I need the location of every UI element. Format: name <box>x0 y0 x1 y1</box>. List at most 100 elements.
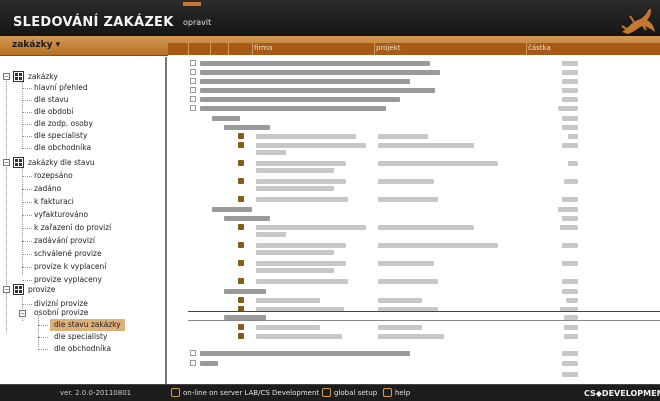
column-header-row: firma projekt částka <box>168 43 660 55</box>
table-row[interactable] <box>168 68 660 76</box>
help-link[interactable]: help <box>395 389 410 397</box>
blurred-amount <box>562 70 578 75</box>
blurred-amount <box>562 361 578 366</box>
blurred-text <box>256 261 346 266</box>
table-row[interactable] <box>168 95 660 103</box>
table-row[interactable] <box>168 359 660 367</box>
collapse-toggle-icon[interactable]: − <box>19 310 26 317</box>
table-row[interactable] <box>168 287 660 295</box>
expand-icon[interactable] <box>190 350 196 356</box>
tree-item-rozepsano[interactable]: rozepsáno <box>34 170 73 182</box>
tree-item-zadavani-provizi[interactable]: zadávání provizí <box>34 235 95 247</box>
server-status-link[interactable]: on-line on server LAB/CS Development <box>183 389 319 397</box>
expand-icon[interactable] <box>190 360 196 366</box>
blurred-text <box>212 116 240 121</box>
blurred-amount <box>562 88 578 93</box>
table-row[interactable] <box>168 86 660 94</box>
blurred-text <box>378 134 428 139</box>
tree-branch <box>22 100 32 101</box>
blurred-text <box>256 150 286 155</box>
table-row[interactable] <box>168 77 660 85</box>
table-row[interactable] <box>168 259 660 275</box>
tree-branch <box>22 189 32 190</box>
tree-item-osobni-provize[interactable]: osobní provize <box>34 307 88 319</box>
table-row[interactable] <box>168 132 660 141</box>
table-row[interactable] <box>168 114 660 122</box>
table-row[interactable] <box>168 214 660 222</box>
tree-branch <box>22 267 32 268</box>
column-header-projekt[interactable]: projekt <box>376 44 401 52</box>
zakazky-menu[interactable]: zakázky ▾ <box>12 40 60 50</box>
tree-item-dle-obdobi[interactable]: dle období <box>34 106 73 118</box>
collapse-toggle-icon[interactable]: − <box>3 159 10 166</box>
grid-folder-icon <box>13 284 24 295</box>
tree-group-provize[interactable]: provize <box>28 284 55 296</box>
edit-tab[interactable]: opravit <box>183 18 211 27</box>
blurred-text <box>200 97 400 102</box>
blurred-text <box>200 351 410 356</box>
blurred-amount <box>562 279 578 284</box>
tree-item-provize-dle-specialisty[interactable]: dle specialisty <box>54 331 107 343</box>
document-icon <box>238 178 244 184</box>
table-row[interactable] <box>168 195 660 204</box>
tree-item-provize-k-vyplaceni[interactable]: provize k vyplacení <box>34 261 106 273</box>
blurred-amount <box>564 315 578 320</box>
table-row[interactable] <box>168 205 660 213</box>
tree-branch <box>22 124 32 125</box>
tree-item-dle-specialisty[interactable]: dle specialisty <box>34 130 87 142</box>
blurred-text <box>378 334 444 339</box>
table-row[interactable] <box>168 241 660 257</box>
status-bar: ver. 2.0.0-20110801 on-line on server LA… <box>0 384 660 401</box>
column-divider <box>188 43 189 55</box>
tree-item-hlavni-prehled[interactable]: hlavní přehled <box>34 82 88 94</box>
tree-branch <box>22 280 32 281</box>
table-row[interactable] <box>168 349 660 357</box>
tree-item-dle-zodp-osoby[interactable]: dle zodp. osoby <box>34 118 93 130</box>
table-row[interactable] <box>168 223 660 239</box>
global-setup-link[interactable]: global setup <box>334 389 377 397</box>
expand-icon[interactable] <box>190 105 196 111</box>
table-row[interactable] <box>168 59 660 67</box>
tree-group-zakazky-dle-stavu[interactable]: zakázky dle stavu <box>28 157 95 169</box>
collapse-toggle-icon[interactable]: − <box>3 73 10 80</box>
table-row[interactable] <box>168 323 660 332</box>
expand-icon[interactable] <box>190 69 196 75</box>
tree-connector <box>6 81 7 159</box>
tree-item-vyfakturovano[interactable]: vyfakturováno <box>34 209 88 221</box>
table-row[interactable] <box>168 332 660 341</box>
tree-item-zadano[interactable]: zadáno <box>34 183 61 195</box>
chevron-down-icon: ▾ <box>55 40 61 50</box>
tree-item-dle-stavu-zakazky[interactable]: dle stavu zakázky <box>50 319 125 331</box>
blurred-text <box>378 225 474 230</box>
expand-icon[interactable] <box>190 96 196 102</box>
tree-branch <box>38 349 48 350</box>
tree-item-provize-dle-obchodnika[interactable]: dle obchodníka <box>54 343 111 355</box>
table-row[interactable] <box>168 314 660 322</box>
collapse-toggle-icon[interactable]: − <box>3 286 10 293</box>
table-row[interactable] <box>168 296 660 305</box>
blurred-text <box>378 243 498 248</box>
tree-item-schvalene-provize[interactable]: schválené provize <box>34 248 102 260</box>
table-row[interactable] <box>168 370 660 378</box>
tree-branch <box>22 304 32 305</box>
column-header-castka[interactable]: částka <box>528 44 551 52</box>
column-divider <box>374 43 375 55</box>
tree-item-dle-obchodnika[interactable]: dle obchodníka <box>34 142 91 154</box>
table-row[interactable] <box>168 123 660 131</box>
blurred-amount <box>562 243 578 248</box>
table-row[interactable] <box>168 277 660 286</box>
tree-item-k-fakturaci[interactable]: k fakturaci <box>34 196 74 208</box>
blurred-text <box>378 161 498 166</box>
expand-icon[interactable] <box>190 87 196 93</box>
blurred-amount <box>560 225 578 230</box>
tree-item-dle-stavu[interactable]: dle stavu <box>34 94 68 106</box>
table-row[interactable] <box>168 177 660 193</box>
blurred-text <box>378 261 434 266</box>
expand-icon[interactable] <box>190 60 196 66</box>
expand-icon[interactable] <box>190 78 196 84</box>
column-header-firma[interactable]: firma <box>254 44 272 52</box>
table-row[interactable] <box>168 104 660 112</box>
tree-item-k-zarazeni-do-provizi[interactable]: k zařazení do provizí <box>34 222 111 234</box>
table-row[interactable] <box>168 141 660 157</box>
table-row[interactable] <box>168 159 660 175</box>
